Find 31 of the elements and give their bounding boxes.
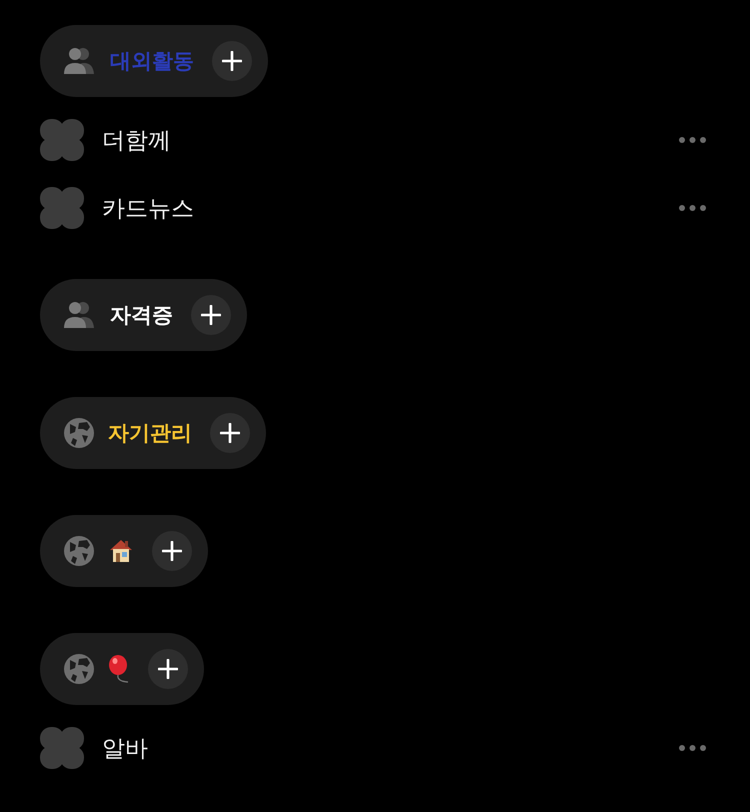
category-pill[interactable]: 자격증 xyxy=(40,279,247,351)
globe-icon xyxy=(64,418,94,448)
plus-icon xyxy=(162,541,182,561)
globe-icon xyxy=(64,654,94,684)
globe-icon xyxy=(64,536,94,566)
item-name[interactable]: 알바 xyxy=(102,732,679,764)
add-button[interactable] xyxy=(148,649,188,689)
add-button[interactable] xyxy=(212,41,252,81)
item-name[interactable]: 카드뉴스 xyxy=(102,192,679,224)
add-button[interactable] xyxy=(210,413,250,453)
add-button[interactable] xyxy=(152,531,192,571)
add-button[interactable] xyxy=(191,295,231,335)
more-icon xyxy=(679,745,706,751)
clover-icon xyxy=(40,187,84,229)
people-icon xyxy=(64,47,96,75)
balloon-icon xyxy=(108,655,130,683)
group-title: 자격증 xyxy=(110,302,173,329)
people-icon xyxy=(64,301,96,329)
more-icon xyxy=(679,205,706,211)
item-name[interactable]: 더함께 xyxy=(102,124,679,156)
group-title: 자기관리 xyxy=(108,420,192,447)
plus-icon xyxy=(222,51,242,71)
clover-icon xyxy=(40,119,84,161)
clover-icon xyxy=(40,727,84,769)
plus-icon xyxy=(201,305,221,325)
group-title: 대외활동 xyxy=(110,48,194,75)
plus-icon xyxy=(220,423,240,443)
house-icon xyxy=(108,538,134,564)
more-icon xyxy=(679,137,706,143)
category-pill[interactable]: 자기관리 xyxy=(40,397,266,469)
plus-icon xyxy=(158,659,178,679)
